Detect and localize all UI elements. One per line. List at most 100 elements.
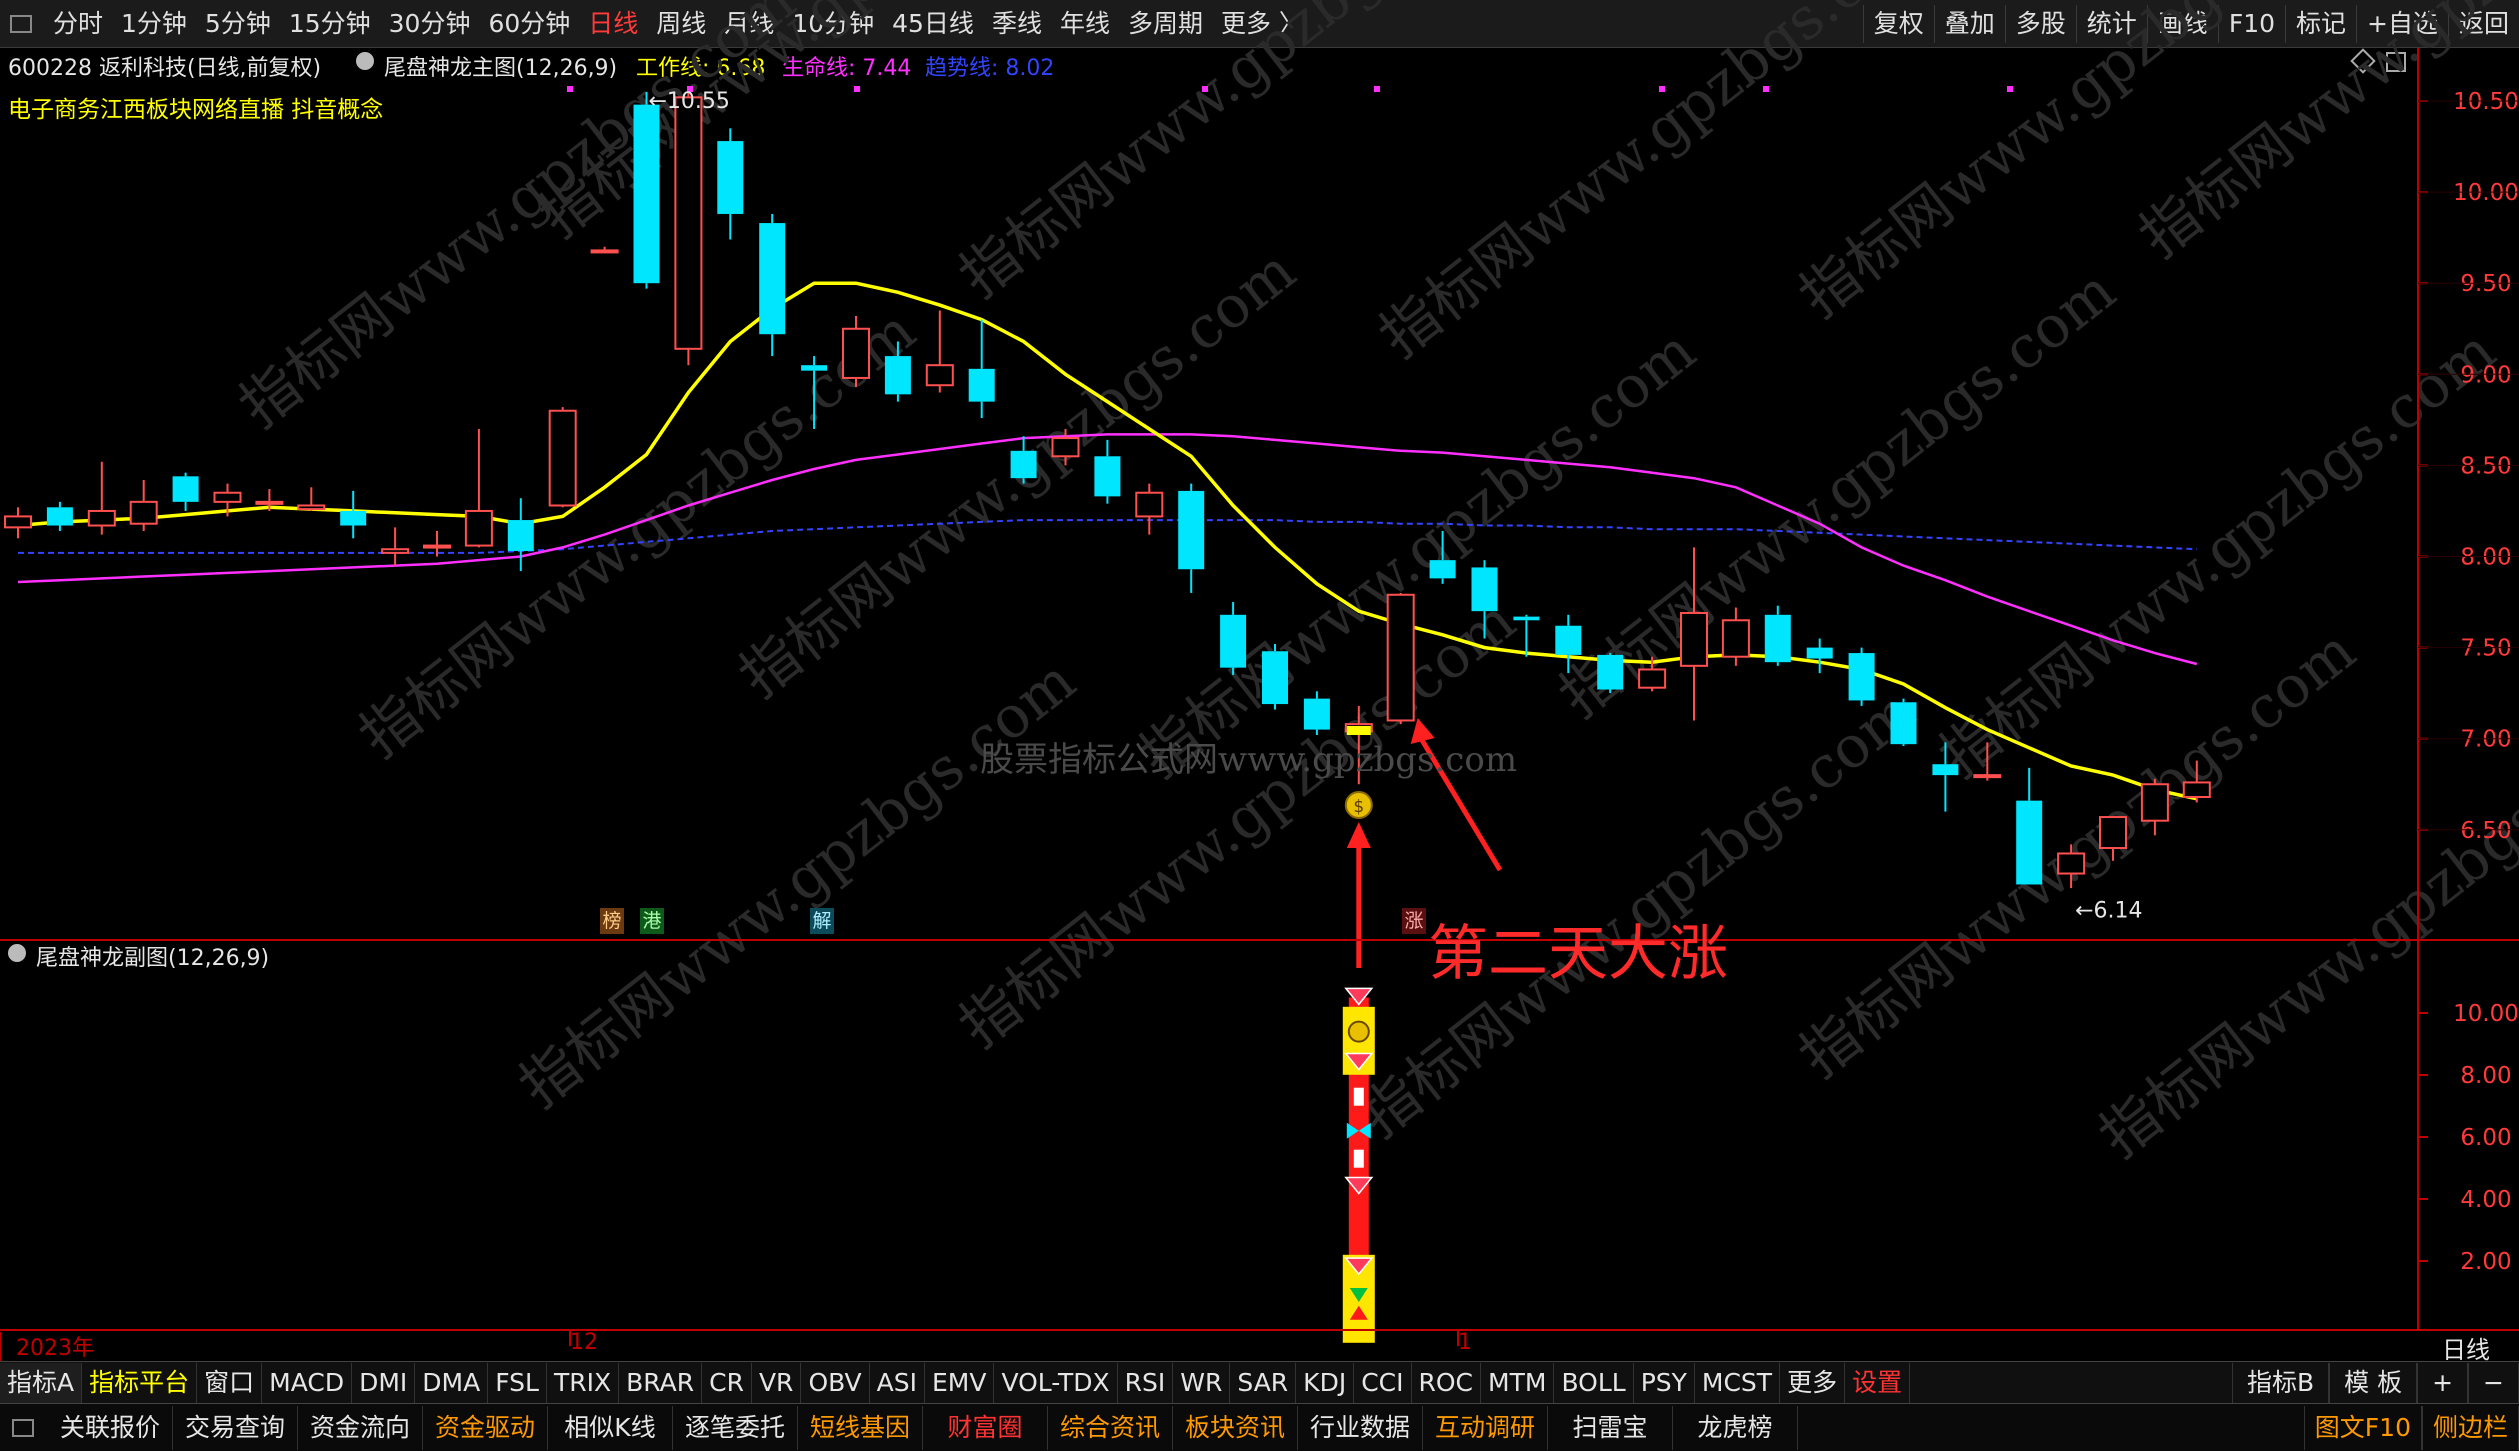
candle-body-18 — [759, 223, 786, 335]
function-tab-11[interactable]: 互动调研 — [1423, 1405, 1548, 1450]
function-tab-6[interactable]: 短线基因 — [798, 1405, 923, 1450]
price-tick-label-3: 9.00 — [2460, 362, 2511, 388]
gang-badge[interactable]: 港 — [640, 908, 664, 934]
indicator-right-button-1[interactable]: 模 板 — [2329, 1362, 2418, 1403]
panel-square-icon[interactable] — [12, 1418, 34, 1437]
candle-body-20 — [842, 327, 870, 379]
candle-43 — [1806, 638, 1833, 674]
sub-tick-label-3: 4.00 — [2460, 1187, 2511, 1213]
candle-body-10 — [423, 544, 451, 549]
indicator-tab-1[interactable]: 指标平台 — [82, 1362, 198, 1403]
indicator-tab-5[interactable]: DMA — [415, 1362, 489, 1403]
candle-body-7 — [297, 504, 326, 511]
indicator-tab-11[interactable]: OBV — [801, 1362, 870, 1403]
function-tab-0[interactable]: 关联报价 — [48, 1405, 173, 1450]
candle-48 — [2016, 767, 2043, 885]
indicator-tab-19[interactable]: CCI — [1354, 1362, 1412, 1403]
indicator-tab-26[interactable]: 设置 — [1845, 1362, 1911, 1403]
indicator-tab-4[interactable]: DMI — [352, 1362, 416, 1403]
indicator-tab-24[interactable]: MCST — [1695, 1362, 1781, 1403]
function-tab-7[interactable]: 财富圈 — [923, 1405, 1048, 1450]
indicator-tab-3[interactable]: MACD — [262, 1362, 353, 1403]
candle-body-27 — [1135, 491, 1164, 518]
indicator-tab-16[interactable]: WR — [1173, 1362, 1231, 1403]
candle-11 — [464, 428, 493, 548]
bang-badge[interactable]: 榜 — [600, 908, 624, 934]
candle-body-51 — [2140, 783, 2169, 822]
buy-coin-symbol: $ — [1353, 797, 1364, 817]
function-tab-4[interactable]: 相似K线 — [548, 1405, 673, 1450]
candle-8 — [340, 490, 367, 539]
candle-4 — [172, 472, 199, 511]
indicator-tab-0[interactable]: 指标A — [0, 1362, 83, 1403]
candle-17 — [717, 128, 744, 240]
indicator-tab-20[interactable]: ROC — [1412, 1362, 1482, 1403]
sub-tick-label-2: 6.00 — [2460, 1125, 2511, 1151]
function-tab-12[interactable]: 扫雷宝 — [1548, 1405, 1673, 1450]
jie-badge[interactable]: 解 — [810, 908, 834, 934]
function-tab-3[interactable]: 资金驱动 — [423, 1405, 548, 1450]
candle-body-2 — [87, 509, 116, 527]
sub-coin-icon — [1347, 1020, 1370, 1043]
indicator-tab-23[interactable]: PSY — [1634, 1362, 1695, 1403]
wm-6: 指标网www.gpzbgs.com — [347, 296, 928, 771]
candle-body-34 — [1429, 560, 1456, 579]
indicator-tab-25[interactable]: 更多 — [1780, 1362, 1846, 1403]
function-tab-2[interactable]: 资金流向 — [298, 1405, 423, 1450]
timeline-period: 日线 — [2442, 1336, 2490, 1364]
candle-body-16 — [674, 96, 703, 350]
indicator-tab-15[interactable]: RSI — [1118, 1362, 1174, 1403]
indicator-tab-14[interactable]: VOL-TDX — [994, 1362, 1118, 1403]
top-marker-0 — [567, 86, 573, 92]
indicator-tab-6[interactable]: FSL — [488, 1362, 547, 1403]
indicator-tab-17[interactable]: SAR — [1230, 1362, 1297, 1403]
candle-14 — [590, 246, 619, 254]
function-right-buttons: 图文F10 侧边栏 — [2303, 1405, 2519, 1450]
candle-body-37 — [1555, 625, 1582, 655]
candle-body-45 — [1890, 702, 1917, 745]
function-tab-8[interactable]: 综合资讯 — [1048, 1405, 1173, 1450]
function-tab-13[interactable]: 龙虎榜 — [1673, 1405, 1798, 1450]
candle-body-47 — [1973, 774, 2002, 779]
candle-body-6 — [255, 500, 284, 505]
candle-body-26 — [1094, 456, 1121, 497]
function-toolbar: 关联报价 交易查询 资金流向 资金驱动 相似K线 逐笔委托 短线基因 财富圈 综合资讯 板块资讯行… — [0, 1403, 2519, 1451]
candle-body-19 — [801, 365, 828, 371]
candle-body-52 — [2182, 781, 2211, 799]
indicator-tab-7[interactable]: TRIX — [547, 1362, 620, 1403]
indicator-right-button-0[interactable]: 指标B — [2231, 1362, 2330, 1403]
function-right-button-1[interactable]: 侧边栏 — [2421, 1405, 2519, 1450]
function-tab-5[interactable]: 逐笔委托 — [673, 1405, 798, 1450]
low-price-label: ←6.14 — [2075, 898, 2142, 923]
indicator-tab-21[interactable]: MTM — [1481, 1362, 1555, 1403]
price-chart[interactable]: 指标网www.gpzbgs.com指标网www.gpzbgs.com指标网www… — [0, 0, 2519, 1361]
sub-tick-label-1: 8.00 — [2460, 1063, 2511, 1089]
candle-2 — [87, 461, 116, 535]
indicator-tab-9[interactable]: CR — [702, 1362, 752, 1403]
function-right-button-0[interactable]: 图文F10 — [2303, 1405, 2422, 1450]
indicator-tab-22[interactable]: BOLL — [1554, 1362, 1634, 1403]
candle-23 — [968, 319, 995, 419]
function-tab-10[interactable]: 行业数据 — [1298, 1405, 1423, 1450]
indicator-right-button-2[interactable]: + — [2417, 1362, 2469, 1403]
candle-body-49 — [2057, 852, 2086, 875]
indicator-tab-2[interactable]: 窗口 — [197, 1362, 263, 1403]
function-tab-1[interactable]: 交易查询 — [173, 1405, 298, 1450]
sub-tick-label-0: 10.00 — [2453, 1001, 2519, 1027]
candle-42 — [1764, 605, 1791, 666]
zhang-badge[interactable]: 涨 — [1402, 908, 1426, 934]
candle-31 — [1303, 691, 1330, 736]
indicator-tab-8[interactable]: BRAR — [619, 1362, 703, 1403]
function-tab-9[interactable]: 板块资讯 — [1173, 1405, 1298, 1450]
indicator-toolbar: 指标A 指标平台 窗口 MACD DMI DMA FSL TRIX BRAR CR VR OBV ASI… — [0, 1361, 2519, 1403]
candle-body-43 — [1806, 647, 1833, 659]
timeline-jan: 1 — [1458, 1330, 1472, 1355]
top-marker-2 — [854, 86, 860, 92]
indicator-tab-18[interactable]: KDJ — [1296, 1362, 1355, 1403]
indicator-right-button-3[interactable]: − — [2468, 1362, 2519, 1403]
top-marker-5 — [1659, 86, 1665, 92]
candle-body-41 — [1721, 619, 1750, 658]
indicator-tab-12[interactable]: ASI — [870, 1362, 925, 1403]
indicator-tab-13[interactable]: EMV — [925, 1362, 995, 1403]
indicator-tab-10[interactable]: VR — [752, 1362, 802, 1403]
